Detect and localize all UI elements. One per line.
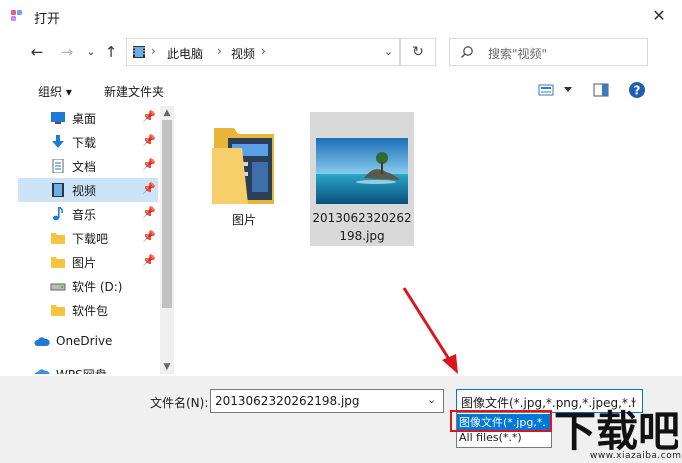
preview-pane-icon[interactable]	[593, 83, 609, 97]
filename-label: 文件名(N):	[150, 396, 209, 410]
sidebar-item-pictures[interactable]: 图片 📌	[18, 250, 158, 274]
navigation-pane: 桌面 📌 下载 📌 文档 📌 视频 📌 音乐 📌 下载吧 📌 图片 📌 软件 (…	[18, 106, 174, 374]
pin-icon: 📌	[142, 182, 156, 195]
filename-input[interactable]: 2013062320262198.jpg ⌄	[210, 389, 444, 413]
sidebar-item-desktop[interactable]: 桌面 📌	[18, 106, 158, 130]
cloud-icon	[34, 337, 50, 346]
pin-icon: 📌	[142, 254, 156, 267]
folder-icon	[51, 257, 65, 268]
annotation-highlight-box	[450, 410, 552, 432]
pin-icon: 📌	[142, 158, 156, 171]
scroll-up-arrow-icon[interactable]: ▲	[160, 108, 174, 118]
file-item-folder[interactable]: 图片	[192, 112, 296, 246]
sidebar-item-wps-cloud[interactable]: WPS网盘	[18, 362, 158, 374]
pin-icon: 📌	[142, 206, 156, 219]
view-options-icon[interactable]	[538, 84, 554, 96]
recent-locations-button[interactable]: ⌄	[80, 40, 102, 64]
video-folder-icon	[133, 46, 145, 58]
file-item-image[interactable]: 2013062320262 198.jpg	[310, 112, 414, 246]
folder-icon	[51, 233, 65, 244]
pin-icon: 📌	[142, 230, 156, 243]
organize-button[interactable]: 组织 ▾	[38, 83, 72, 100]
filename-value: 2013062320262198.jpg	[215, 394, 360, 408]
pin-icon: 📌	[142, 110, 156, 123]
scroll-down-arrow-icon[interactable]: ▼	[160, 362, 174, 372]
xiazaiba-logo: 下载吧	[554, 407, 678, 454]
drive-icon	[50, 283, 66, 291]
address-dropdown-button[interactable]: ⌄	[378, 38, 400, 66]
svg-text:?: ?	[634, 84, 641, 98]
pin-icon: 📌	[142, 134, 156, 147]
file-name: 图片	[231, 213, 256, 227]
cloud-icon	[34, 369, 50, 374]
chevron-down-icon[interactable]: ⌄	[427, 393, 436, 406]
refresh-button[interactable]: ↻	[400, 38, 436, 66]
view-dropdown-icon[interactable]	[564, 87, 572, 93]
image-thumbnail	[316, 138, 408, 204]
help-icon[interactable]: ?	[628, 81, 646, 99]
search-box[interactable]: 搜索"视频"	[449, 38, 648, 66]
folder-icon	[212, 128, 274, 204]
folder-icon	[51, 305, 65, 316]
video-icon	[52, 183, 64, 197]
download-icon	[52, 135, 64, 148]
search-icon	[460, 46, 473, 59]
breadcrumb-separator: ›	[151, 44, 156, 58]
sidebar-item-videos[interactable]: 视频 📌	[18, 178, 158, 202]
file-type-option-all[interactable]: All files(*.*)	[457, 431, 551, 447]
music-icon	[53, 207, 63, 221]
sidebar-item-downloads[interactable]: 下载 📌	[18, 130, 158, 154]
title-bar: 打开 ✕	[0, 0, 682, 32]
forward-button[interactable]: →	[56, 40, 78, 64]
breadcrumb-separator: ›	[217, 44, 222, 58]
app-icon	[11, 10, 22, 21]
sidebar-scrollbar-thumb[interactable]	[162, 120, 172, 308]
new-folder-button[interactable]: 新建文件夹	[104, 83, 164, 100]
desktop-icon	[51, 112, 65, 124]
sidebar-item-drive-d[interactable]: 软件 (D:)	[18, 274, 158, 298]
back-button[interactable]: ←	[26, 40, 48, 64]
search-input[interactable]: 搜索"视频"	[488, 45, 547, 62]
command-toolbar: 组织 ▾ 新建文件夹 ?	[0, 76, 682, 104]
up-button[interactable]: ↑	[100, 40, 122, 64]
sidebar-item-music[interactable]: 音乐 📌	[18, 202, 158, 226]
document-icon	[52, 159, 64, 173]
watermark-url: www.xiazaiba.com	[590, 451, 682, 461]
window-title: 打开	[34, 12, 61, 27]
sidebar-item-xiazaiba[interactable]: 下载吧 📌	[18, 226, 158, 250]
file-name-line1: 2013062320262	[312, 211, 412, 225]
sidebar-item-onedrive[interactable]: OneDrive	[18, 330, 158, 354]
close-button[interactable]: ✕	[636, 0, 682, 32]
sidebar-item-software-pack[interactable]: 软件包	[18, 298, 158, 322]
file-name-line2: 198.jpg	[339, 229, 385, 243]
breadcrumb-this-pc[interactable]: 此电脑	[167, 45, 203, 62]
breadcrumb-separator: ›	[261, 44, 266, 58]
sidebar-item-documents[interactable]: 文档 📌	[18, 154, 158, 178]
svg-text:下载吧: 下载吧	[554, 407, 678, 454]
annotation-arrow	[402, 287, 458, 374]
breadcrumb-videos[interactable]: 视频	[231, 45, 255, 62]
